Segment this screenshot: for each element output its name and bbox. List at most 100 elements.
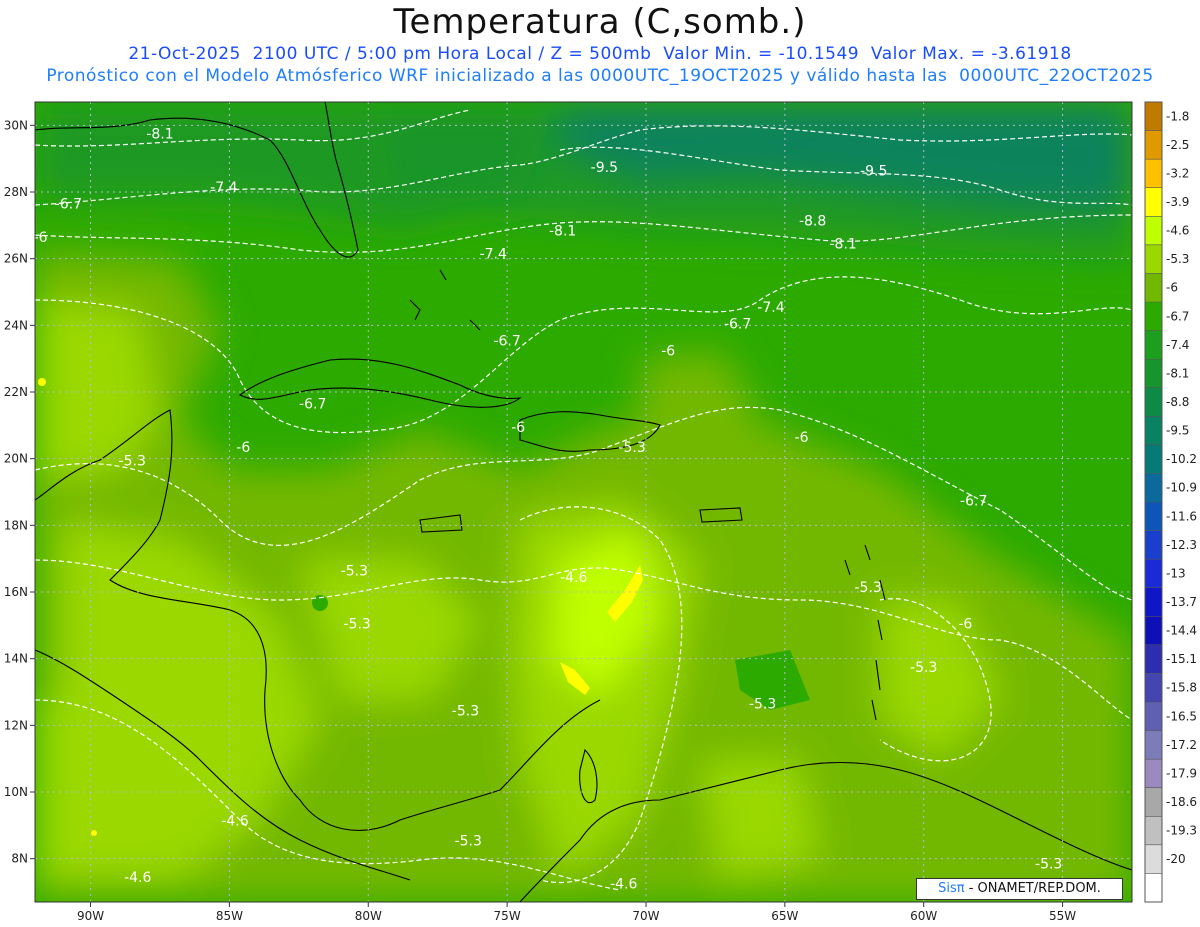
contour-label: -5.3 xyxy=(1035,857,1062,873)
colorbar-swatch xyxy=(1145,873,1162,902)
colorbar-swatch xyxy=(1145,302,1162,331)
lat-tick-label: 26N xyxy=(4,252,28,266)
colorbar-swatch xyxy=(1145,244,1162,274)
lon-tick-label: 65W xyxy=(771,909,798,923)
contour-label: -8.1 xyxy=(146,127,173,143)
contour-label: -9.5 xyxy=(860,163,887,179)
lat-tick-label: 20N xyxy=(4,452,28,466)
colorbar-swatch xyxy=(1145,644,1162,674)
contour-label: -7.4 xyxy=(480,247,507,263)
contour-label: -7.4 xyxy=(757,300,784,316)
colorbar-swatch xyxy=(1145,159,1162,188)
credit-text: - ONAMET/REP.DOM. xyxy=(968,881,1101,896)
contour-label: -6 xyxy=(661,343,675,359)
colorbar-label: -19.3 xyxy=(1166,824,1197,838)
colorbar-swatch xyxy=(1145,416,1162,445)
colorbar-label: -12.3 xyxy=(1166,538,1197,552)
contour-label: -4.6 xyxy=(560,570,587,586)
lat-tick-label: 12N xyxy=(4,718,28,732)
lat-tick-label: 14N xyxy=(4,652,28,666)
contour-label: -6 xyxy=(236,440,250,456)
colorbar-swatch xyxy=(1145,587,1162,617)
contour-label: -5.3 xyxy=(749,697,776,713)
lat-tick-label: 28N xyxy=(4,185,28,199)
credit-box: Sisπ - ONAMET/REP.DOM. xyxy=(916,878,1123,900)
temperature-map: -8.1-7.4-6.7-6 -8.1-7.4-9.5 -9.5-8.8-8.1-7… xyxy=(4,101,1197,923)
contour-label: -6 xyxy=(958,617,972,633)
contour-label: -6.7 xyxy=(299,397,326,413)
colorbar-label: -10.9 xyxy=(1166,481,1197,495)
colorbar-label: -9.5 xyxy=(1166,424,1189,438)
colorbar-swatch xyxy=(1145,330,1162,360)
colorbar-swatch xyxy=(1145,530,1162,560)
colorbar-label: -8.8 xyxy=(1166,395,1189,409)
colorbar-label: -3.9 xyxy=(1166,195,1189,209)
contour-label: -6.7 xyxy=(724,317,751,333)
colorbar-label: -4.6 xyxy=(1166,224,1189,238)
colorbar-swatch xyxy=(1145,387,1162,417)
contour-label: -5.3 xyxy=(341,563,368,579)
contour-label: -8.1 xyxy=(830,237,857,253)
contour-label: -8.1 xyxy=(549,223,576,239)
lat-tick-label: 22N xyxy=(4,385,28,399)
lat-tick-label: 30N xyxy=(4,118,28,132)
colorbar-swatch xyxy=(1145,816,1162,845)
contour-label: -6 xyxy=(34,230,48,246)
colorbar-swatch xyxy=(1145,616,1162,645)
colorbar-swatch xyxy=(1145,130,1162,160)
contour-label: -9.5 xyxy=(591,160,618,176)
contour-label: -5.3 xyxy=(910,660,937,676)
contour-label: -4.6 xyxy=(221,813,248,829)
colorbar-label: -3.2 xyxy=(1166,166,1189,180)
contour-label: -4.6 xyxy=(124,870,151,886)
colorbar-label: -5.3 xyxy=(1166,252,1189,266)
colorbar: -1.8 -2.5 -3.2 -3.9 -4.6 -5.3 -6 -6.7 -7.4 -8.1 -8… xyxy=(1144,101,1197,903)
contour-label: -6 xyxy=(795,430,809,446)
lon-tick-label: 75W xyxy=(494,909,521,923)
contour-label: -5.3 xyxy=(618,440,645,456)
colorbar-swatch xyxy=(1145,787,1162,817)
contour-label: -5.3 xyxy=(455,833,482,849)
colorbar-swatch xyxy=(1145,444,1162,474)
colorbar-swatch xyxy=(1145,702,1162,731)
colorbar-swatch xyxy=(1145,359,1162,388)
contour-label: -6.7 xyxy=(55,197,82,213)
contour-label: -6.7 xyxy=(960,493,987,509)
colorbar-label: -13 xyxy=(1166,566,1186,580)
contour-label: -5.3 xyxy=(452,703,479,719)
colorbar-label: -20 xyxy=(1166,852,1186,866)
colorbar-swatch xyxy=(1145,730,1162,760)
colorbar-swatch xyxy=(1145,187,1162,217)
colorbar-swatch xyxy=(1145,473,1162,502)
colorbar-label: -17.2 xyxy=(1166,738,1197,752)
colorbar-label: -10.2 xyxy=(1166,452,1197,466)
colorbar-swatch xyxy=(1145,102,1162,131)
colorbar-label: -16.5 xyxy=(1166,709,1197,723)
contour-label: -7.4 xyxy=(210,180,237,196)
colorbar-label: -8.1 xyxy=(1166,366,1189,380)
colorbar-label: -7.4 xyxy=(1166,338,1189,352)
colorbar-swatch xyxy=(1145,673,1162,702)
colorbar-label: -15.1 xyxy=(1166,652,1197,666)
colorbar-label: -1.8 xyxy=(1166,109,1189,123)
colorbar-label: -15.8 xyxy=(1166,681,1197,695)
colorbar-label: -6.7 xyxy=(1166,309,1189,323)
lon-tick-label: 70W xyxy=(632,909,659,923)
colorbar-swatch xyxy=(1145,502,1162,531)
colorbar-swatch xyxy=(1145,273,1162,302)
lat-tick-label: 10N xyxy=(4,785,28,799)
colorbar-label: -17.9 xyxy=(1166,766,1197,780)
contour-label: -5.3 xyxy=(855,580,882,596)
contour-label: -6 xyxy=(511,420,525,436)
lon-tick-label: 90W xyxy=(77,909,104,923)
colorbar-label: -11.6 xyxy=(1166,509,1197,523)
colorbar-label: -2.5 xyxy=(1166,138,1189,152)
lon-tick-label: 60W xyxy=(910,909,937,923)
colorbar-label: -14.4 xyxy=(1166,624,1197,638)
lat-tick-label: 16N xyxy=(4,585,28,599)
contour-label: -4.6 xyxy=(610,877,637,893)
contour-label: -8.8 xyxy=(799,213,826,229)
lat-tick-label: 18N xyxy=(4,518,28,532)
colorbar-swatch xyxy=(1145,759,1162,788)
contour-label: -5.3 xyxy=(119,453,146,469)
